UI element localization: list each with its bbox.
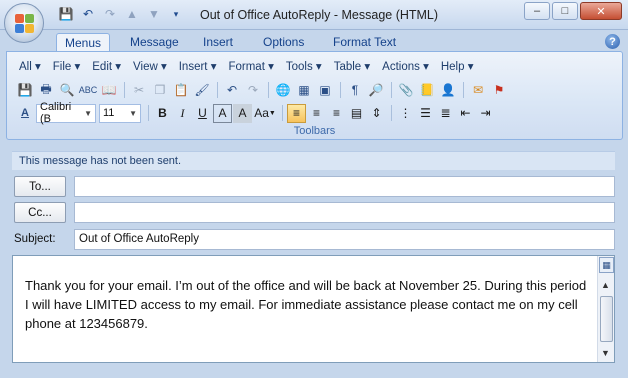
change-case-button[interactable]: Aa ▼ bbox=[253, 104, 277, 123]
menu-view[interactable]: View ▾ bbox=[127, 57, 173, 75]
classic-menu-bar: All ▾ File ▾ Edit ▾ View ▾ Insert ▾ Form… bbox=[13, 57, 479, 75]
undo-icon[interactable]: ↶ bbox=[80, 6, 96, 22]
styles-icon[interactable]: A bbox=[15, 103, 35, 123]
message-body-editor[interactable]: Thank you for your email. I’m out of the… bbox=[12, 255, 615, 363]
bullets-icon[interactable]: ⋮ bbox=[396, 104, 415, 123]
cc-field[interactable] bbox=[74, 202, 615, 223]
format-painter-icon[interactable]: 🖌 bbox=[192, 80, 212, 100]
align-right-button[interactable]: ≡ bbox=[327, 104, 346, 123]
tab-options[interactable]: Options bbox=[255, 33, 312, 52]
subject-label: Subject: bbox=[14, 233, 56, 245]
align-center-button[interactable]: ≡ bbox=[307, 104, 326, 123]
up-arrow-icon[interactable]: ▲ bbox=[124, 6, 140, 22]
bold-button[interactable]: B bbox=[153, 104, 172, 123]
address-book-icon[interactable]: 📒 bbox=[417, 80, 437, 100]
redo-icon[interactable]: ↷ bbox=[102, 6, 118, 22]
tables-borders-icon[interactable]: ▦ bbox=[294, 80, 314, 100]
window-controls: – □ ✕ bbox=[524, 2, 622, 20]
increase-indent-icon[interactable]: ⇥ bbox=[476, 104, 495, 123]
title-bar: 💾 ↶ ↷ ▲ ▼ ▾ Out of Office AutoReply - Me… bbox=[0, 0, 628, 30]
attach-file-icon[interactable]: 📎 bbox=[396, 80, 416, 100]
hyperlink-icon[interactable]: 🌐 bbox=[273, 80, 293, 100]
tab-menus[interactable]: Menus bbox=[56, 33, 111, 52]
highlight-button[interactable]: A bbox=[233, 103, 252, 123]
subject-field[interactable]: Out of Office AutoReply bbox=[74, 229, 615, 250]
to-field[interactable] bbox=[74, 176, 615, 197]
to-button[interactable]: To... bbox=[14, 176, 66, 197]
window-title: Out of Office AutoReply - Message (HTML) bbox=[200, 8, 439, 22]
menu-all[interactable]: All ▾ bbox=[13, 57, 47, 75]
close-button[interactable]: ✕ bbox=[580, 2, 622, 20]
spelling-icon[interactable]: ABC bbox=[78, 80, 98, 100]
customize-qat-icon[interactable]: ▾ bbox=[168, 6, 184, 22]
multilevel-list-icon[interactable]: ≣ bbox=[436, 104, 455, 123]
font-color-button[interactable]: A bbox=[213, 103, 232, 123]
font-size-select[interactable]: 11 ▼ bbox=[99, 103, 141, 123]
paste-icon[interactable]: 📋 bbox=[171, 80, 191, 100]
formatting-toolbar: A Calibri (B ▼ 11 ▼ B I U A A Aa ▼ ≡ ≡ ≡ ▤ … bbox=[15, 101, 496, 125]
help-icon[interactable]: ? bbox=[605, 34, 620, 49]
message-body-text[interactable]: Thank you for your email. I’m out of the… bbox=[25, 276, 590, 333]
cc-button[interactable]: Cc... bbox=[14, 202, 66, 223]
redo-icon[interactable]: ↷ bbox=[243, 80, 263, 100]
align-left-button[interactable]: ≡ bbox=[287, 103, 306, 123]
copy-icon[interactable]: ❐ bbox=[150, 80, 170, 100]
menu-insert[interactable]: Insert ▾ bbox=[173, 57, 223, 75]
scroll-down-icon[interactable]: ▼ bbox=[601, 348, 610, 358]
save-icon[interactable]: 💾 bbox=[58, 6, 74, 22]
italic-button[interactable]: I bbox=[173, 104, 192, 123]
numbering-icon[interactable]: ☰ bbox=[416, 104, 435, 123]
menu-edit[interactable]: Edit ▾ bbox=[86, 57, 127, 75]
underline-button[interactable]: U bbox=[193, 104, 212, 123]
save-icon[interactable]: 💾 bbox=[15, 80, 35, 100]
ribbon-tabs: Menus Message Insert Options Format Text… bbox=[0, 30, 628, 52]
office-button[interactable] bbox=[4, 3, 44, 43]
show-hide-icon[interactable]: ¶ bbox=[345, 80, 365, 100]
menu-file[interactable]: File ▾ bbox=[47, 57, 87, 75]
line-spacing-icon[interactable]: ⇕ bbox=[367, 104, 386, 123]
menu-actions[interactable]: Actions ▾ bbox=[376, 57, 435, 75]
menu-help[interactable]: Help ▾ bbox=[435, 57, 480, 75]
print-preview-icon[interactable]: 🔍 bbox=[57, 80, 77, 100]
research-icon[interactable]: 📖 bbox=[99, 80, 119, 100]
cut-icon[interactable]: ✂ bbox=[129, 80, 149, 100]
tab-message[interactable]: Message bbox=[122, 33, 187, 52]
insert-table-icon[interactable]: ▣ bbox=[315, 80, 335, 100]
signature-icon[interactable]: ✉ bbox=[468, 80, 488, 100]
zoom-icon[interactable]: 🔎 bbox=[366, 80, 386, 100]
undo-icon[interactable]: ↶ bbox=[222, 80, 242, 100]
ruler-toggle-icon[interactable]: ▦ bbox=[599, 257, 614, 273]
tab-insert[interactable]: Insert bbox=[195, 33, 241, 52]
scroll-thumb[interactable] bbox=[600, 296, 613, 342]
quick-access-toolbar: 💾 ↶ ↷ ▲ ▼ ▾ bbox=[58, 6, 184, 22]
print-icon[interactable]: 🖶 bbox=[36, 80, 56, 100]
ribbon: All ▾ File ▾ Edit ▾ View ▾ Insert ▾ Form… bbox=[6, 51, 623, 140]
minimize-button[interactable]: – bbox=[524, 2, 550, 20]
vertical-scrollbar[interactable]: ▦ ▲ ▼ bbox=[597, 256, 614, 362]
down-arrow-icon[interactable]: ▼ bbox=[146, 6, 162, 22]
standard-toolbar: 💾 🖶 🔍 ABC 📖 ✂ ❐ 📋 🖌 ↶ ↷ 🌐 ▦ ▣ ¶ 🔎 📎 📒 👤 … bbox=[15, 79, 510, 101]
menu-tools[interactable]: Tools ▾ bbox=[280, 57, 328, 75]
menu-table[interactable]: Table ▾ bbox=[328, 57, 376, 75]
justify-button[interactable]: ▤ bbox=[347, 104, 366, 123]
ribbon-group-label: Toolbars bbox=[293, 125, 336, 137]
font-name-select[interactable]: Calibri (B ▼ bbox=[36, 101, 96, 125]
office-logo-icon bbox=[15, 14, 35, 34]
decrease-indent-icon[interactable]: ⇤ bbox=[456, 104, 475, 123]
tab-format-text[interactable]: Format Text bbox=[325, 33, 404, 52]
info-bar: This message has not been sent. bbox=[12, 151, 615, 170]
check-names-icon[interactable]: 👤 bbox=[438, 80, 458, 100]
menu-format[interactable]: Format ▾ bbox=[222, 57, 279, 75]
scroll-up-icon[interactable]: ▲ bbox=[601, 280, 610, 290]
maximize-button[interactable]: □ bbox=[552, 2, 578, 20]
follow-up-flag-icon[interactable]: ⚑ bbox=[489, 80, 509, 100]
